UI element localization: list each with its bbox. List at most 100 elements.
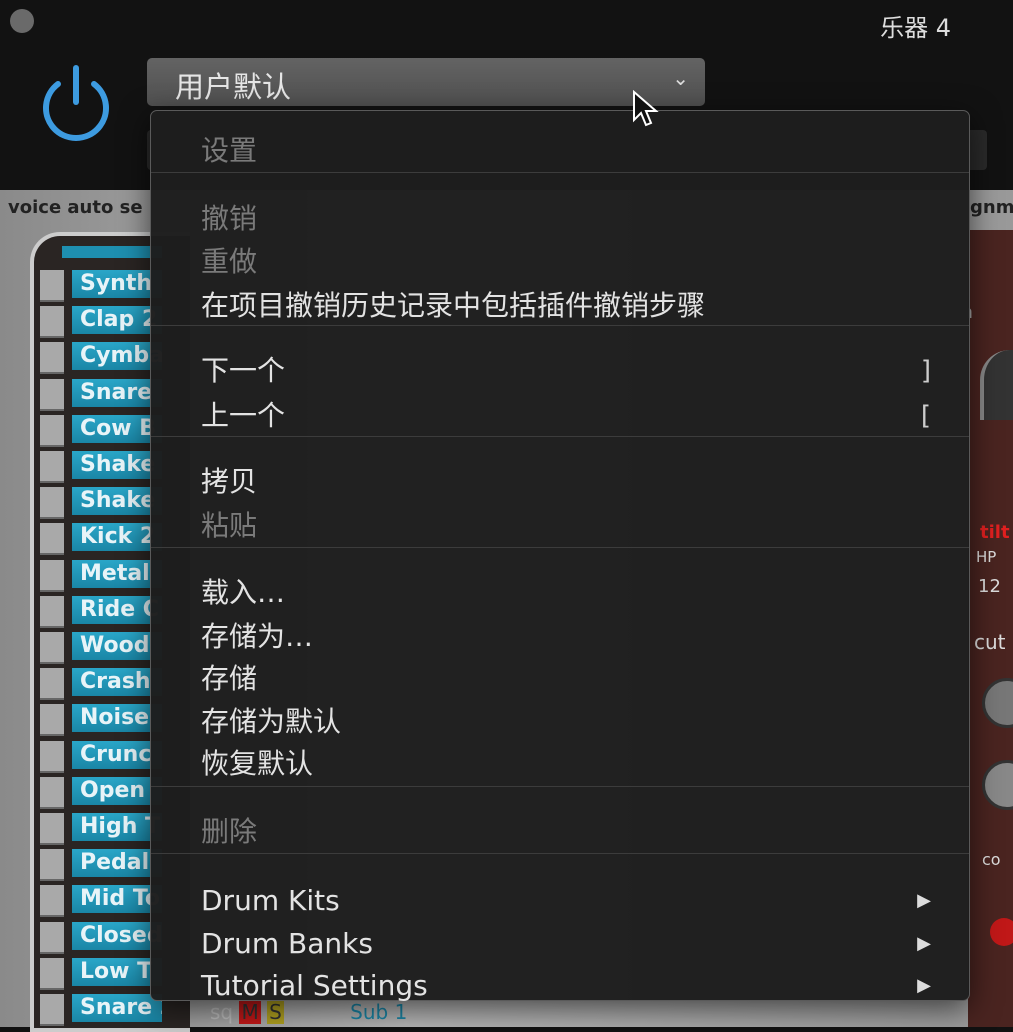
menu-item-label: 粘贴	[201, 509, 258, 542]
pad-key[interactable]	[40, 885, 64, 918]
voice-item[interactable]: Synth	[72, 270, 162, 298]
menu-item[interactable]: Drum Kits ▶	[201, 884, 931, 918]
menu-item-label: 恢复默认	[201, 747, 314, 780]
slope-value[interactable]: 12	[978, 576, 1001, 597]
pad-key[interactable]	[40, 451, 64, 483]
pad-key[interactable]	[40, 957, 64, 990]
pad-key[interactable]	[40, 668, 64, 701]
pad-key[interactable]	[40, 342, 64, 375]
voice-controls-panel: n tilt HP 12 cut co	[960, 230, 1013, 1027]
output-select[interactable]: Sub 1	[350, 1000, 407, 1024]
pad-key[interactable]	[40, 414, 64, 447]
menu-separator	[151, 853, 969, 854]
menu-item-label: Drum Kits	[201, 884, 340, 917]
menu-item[interactable]: 存储为…	[201, 620, 931, 654]
menu-item[interactable]: 在项目撤销历史记录中包括插件撤销步骤	[201, 289, 931, 323]
pad-key[interactable]	[40, 523, 64, 556]
menu-item-label: Drum Banks	[201, 927, 373, 960]
menu-item[interactable]: 载入…	[201, 576, 931, 610]
voice-item[interactable]: Metal	[72, 559, 162, 588]
mute-button[interactable]: M	[239, 1000, 261, 1024]
menu-item: 重做	[201, 245, 931, 279]
pad-key[interactable]	[40, 921, 64, 954]
pad-key[interactable]	[40, 378, 64, 411]
menu-separator	[151, 325, 969, 326]
pad-key[interactable]	[40, 306, 64, 339]
chevron-down-icon: ⌄	[672, 66, 689, 90]
voice-item[interactable]: Cow B	[72, 414, 162, 443]
menu-item[interactable]: 拷贝	[201, 465, 931, 499]
menu-item-label: Tutorial Settings	[201, 969, 428, 1002]
level-meter	[980, 350, 1013, 420]
hp-label[interactable]: HP	[976, 548, 996, 566]
mouse-cursor-icon	[633, 90, 659, 127]
solo-button[interactable]: S	[267, 1000, 284, 1024]
voice-item[interactable]: Clap 2	[72, 306, 162, 335]
menu-separator	[151, 172, 969, 173]
pad-key[interactable]	[40, 813, 64, 845]
preset-dropdown[interactable]: 用户默认 ⌄	[147, 58, 705, 106]
menu-item: 设置	[201, 134, 931, 168]
pad-key[interactable]	[40, 704, 64, 737]
menu-item-label: 设置	[201, 134, 258, 167]
menu-item[interactable]: 上一个 [	[201, 399, 931, 433]
menu-item[interactable]: 存储	[201, 662, 931, 696]
voice-item[interactable]: Crash	[72, 668, 162, 697]
menu-item-label: 载入…	[201, 576, 286, 609]
menu-item[interactable]: 下一个]	[201, 354, 931, 388]
pad-key[interactable]	[40, 994, 64, 1026]
menu-item: 粘贴	[201, 509, 931, 543]
menu-item[interactable]: 恢复默认	[201, 747, 931, 781]
tilt-label: tilt	[980, 522, 1010, 543]
voice-item[interactable]: Low T	[72, 957, 162, 986]
menu-item[interactable]: Drum Banks ▶	[201, 927, 931, 961]
voice-item[interactable]: Shake	[72, 451, 162, 479]
menu-item[interactable]: Tutorial Settings ▶	[201, 969, 931, 1003]
cutoff-knob[interactable]	[982, 678, 1013, 728]
voice-item[interactable]: Shake	[72, 487, 162, 516]
voice-auto-select-label: voice auto se	[8, 197, 143, 218]
record-button[interactable]	[990, 918, 1013, 946]
submenu-arrow-icon: ▶	[917, 890, 931, 911]
menu-item[interactable]: 存储为默认	[201, 705, 931, 739]
pad-key[interactable]	[40, 776, 64, 809]
voice-item[interactable]: Snare	[72, 378, 162, 407]
preset-value: 用户默认	[175, 70, 292, 104]
menu-item: 删除	[201, 815, 931, 849]
menu-item-label: 存储为默认	[201, 705, 342, 738]
voice-item[interactable]: Wood	[72, 632, 162, 660]
voice-item[interactable]: Crunc	[72, 740, 162, 769]
voice-item[interactable]: Open	[72, 776, 162, 805]
pad-key[interactable]	[40, 849, 64, 882]
voice-item[interactable]: Noise	[72, 704, 162, 733]
pad-key[interactable]	[40, 632, 64, 664]
co-label: co	[982, 850, 1001, 869]
pad-key[interactable]	[40, 487, 64, 520]
knob[interactable]	[982, 760, 1013, 810]
sq-toggle[interactable]: sq	[210, 1000, 233, 1024]
power-icon[interactable]	[36, 62, 116, 144]
shortcut-label: [	[920, 401, 931, 431]
pad-key[interactable]	[40, 740, 64, 773]
menu-item-label: 上一个	[201, 399, 286, 432]
menu-item-label: 撤销	[201, 202, 258, 235]
menu-item-label: 下一个	[201, 354, 286, 387]
voice-item[interactable]: Cymba	[72, 342, 162, 371]
voice-item[interactable]: Kick 2	[72, 523, 162, 552]
pad-key[interactable]	[40, 270, 64, 302]
pad-key[interactable]	[40, 559, 64, 592]
menu-item-label: 在项目撤销历史记录中包括插件撤销步骤	[201, 289, 706, 322]
voice-item[interactable]: Pedal	[72, 849, 162, 878]
close-window-button[interactable]	[10, 9, 34, 33]
voice-list-header	[62, 246, 162, 258]
voice-item[interactable]: Ride C	[72, 595, 162, 624]
voice-item[interactable]: Mid To	[72, 885, 162, 914]
menu-item-label: 拷贝	[201, 465, 258, 498]
menu-item-label: 存储为…	[201, 620, 314, 653]
voice-item[interactable]: High T	[72, 813, 162, 841]
voice-item[interactable]: Snare 2	[72, 994, 162, 1022]
menu-separator	[151, 547, 969, 548]
voice-item[interactable]: Closed	[72, 921, 162, 950]
preset-menu: 设置撤销重做在项目撤销历史记录中包括插件撤销步骤下一个] 上一个 [ 拷贝粘贴载入… 存…	[150, 110, 970, 1003]
pad-key[interactable]	[40, 595, 64, 628]
